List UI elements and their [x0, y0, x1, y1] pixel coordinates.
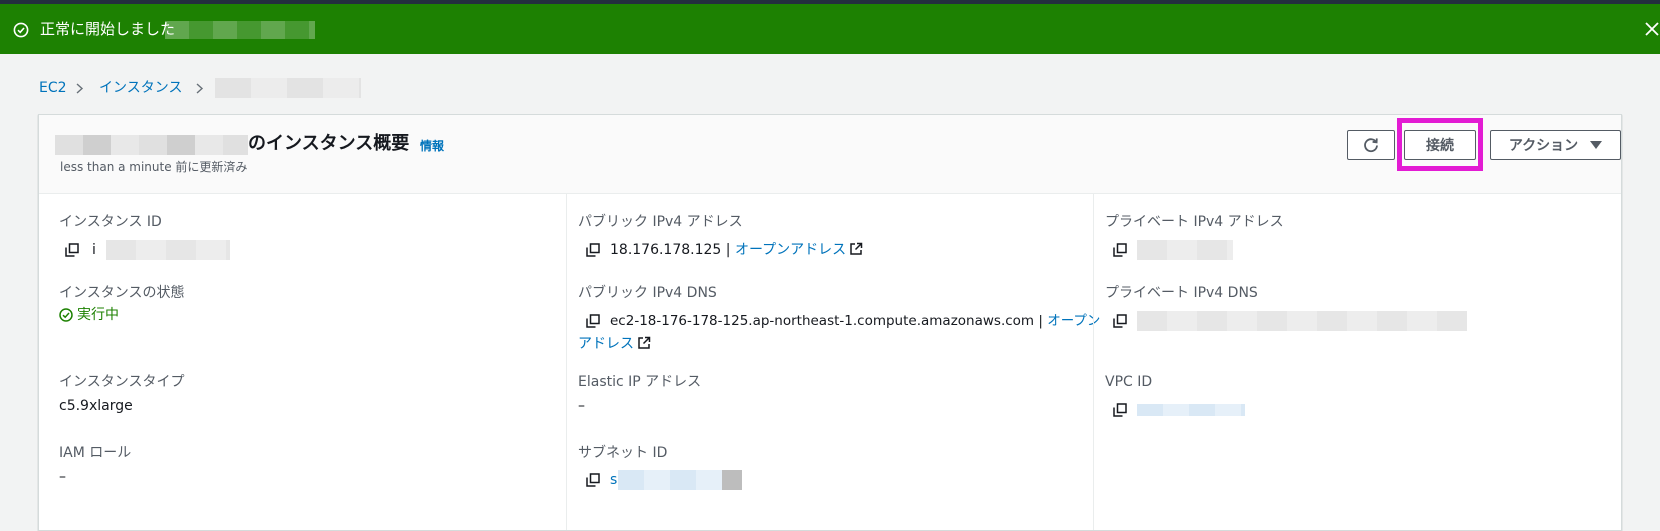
- copy-icon[interactable]: [1113, 314, 1127, 328]
- subnet-id-link[interactable]: s: [610, 470, 617, 490]
- check-circle-icon: [13, 22, 29, 38]
- open-address-link[interactable]: オープンアドレス: [735, 242, 846, 258]
- instance-state-value: 実行中: [77, 307, 119, 323]
- refresh-icon: [1364, 138, 1378, 153]
- page-title: のインスタンス概要: [248, 133, 410, 154]
- instance-id-label: インスタンス ID: [59, 214, 162, 230]
- public-dns-value: ec2-18-176-178-125.ap-northeast-1.comput…: [610, 313, 1101, 329]
- success-flashbar: 正常に開始しました: [0, 4, 1660, 54]
- chevron-right-icon: [196, 83, 204, 94]
- instance-id-value: i: [92, 242, 96, 258]
- instance-type-label: インスタンスタイプ: [59, 374, 185, 390]
- instance-state-label: インスタンスの状態: [59, 285, 185, 301]
- public-dns-label: パブリック IPv4 DNS: [578, 285, 717, 301]
- close-icon[interactable]: [1643, 18, 1660, 40]
- details-column-1: インスタンス ID i インスタンスの状態 実行中 インスタンスタイプ c5.9…: [39, 194, 566, 530]
- open-address-link[interactable]: アドレス: [578, 336, 634, 352]
- breadcrumb-instances[interactable]: インスタンス: [99, 78, 182, 98]
- info-link[interactable]: 情報: [420, 137, 444, 154]
- check-circle-icon: [59, 308, 73, 322]
- subnet-id-label: サブネット ID: [578, 445, 668, 461]
- copy-icon[interactable]: [586, 314, 600, 328]
- copy-icon[interactable]: [1113, 243, 1127, 257]
- copy-icon[interactable]: [65, 243, 79, 257]
- copy-icon[interactable]: [586, 243, 600, 257]
- instance-summary-panel: のインスタンス概要 情報 less than a minute 前に更新済み 接…: [38, 114, 1622, 531]
- redacted-instance-name: [165, 21, 315, 39]
- actions-dropdown-button[interactable]: アクション: [1490, 130, 1621, 160]
- chevron-right-icon: [76, 83, 84, 94]
- private-ipv4-redacted: [1137, 240, 1233, 260]
- breadcrumb-ec2[interactable]: EC2: [39, 78, 67, 98]
- details-column-2: パブリック IPv4 アドレス 18.176.178.125 | オープンアドレ…: [566, 194, 1100, 530]
- instance-type-value: c5.9xlarge: [59, 398, 133, 414]
- elastic-ip-value: –: [578, 398, 585, 414]
- external-link-icon: [850, 242, 863, 255]
- subnet-id-redacted: [722, 470, 742, 490]
- external-link-icon: [638, 336, 651, 349]
- iam-role-value: –: [59, 469, 66, 485]
- details-column-3: プライベート IPv4 アドレス プライベート IPv4 DNS VPC ID: [1093, 194, 1620, 530]
- private-dns-label: プライベート IPv4 DNS: [1105, 285, 1258, 301]
- copy-icon[interactable]: [586, 473, 600, 487]
- vpc-id-label: VPC ID: [1105, 374, 1153, 390]
- subnet-id-redacted: [618, 470, 722, 490]
- private-dns-redacted: [1137, 311, 1467, 331]
- connect-highlight-box: [1397, 118, 1483, 171]
- vpc-id-redacted[interactable]: [1137, 404, 1245, 416]
- private-ipv4-label: プライベート IPv4 アドレス: [1105, 214, 1284, 230]
- iam-role-label: IAM ロール: [59, 445, 132, 461]
- public-ipv4-label: パブリック IPv4 アドレス: [578, 214, 743, 230]
- last-updated-text: less than a minute 前に更新済み: [60, 160, 248, 174]
- instance-id-redacted: [106, 240, 230, 260]
- panel-header: のインスタンス概要 情報 less than a minute 前に更新済み 接…: [39, 115, 1621, 194]
- caret-down-icon: [1590, 141, 1603, 149]
- breadcrumb-current-redacted: [215, 78, 361, 98]
- refresh-button[interactable]: [1347, 130, 1395, 160]
- copy-icon[interactable]: [1113, 403, 1127, 417]
- public-ipv4-value: 18.176.178.125 | オープンアドレス: [610, 240, 863, 260]
- flash-message: 正常に開始しました: [40, 20, 176, 38]
- public-dns-link-cont: アドレス: [578, 334, 651, 354]
- elastic-ip-label: Elastic IP アドレス: [578, 374, 702, 390]
- redacted-instance-name: [55, 135, 248, 155]
